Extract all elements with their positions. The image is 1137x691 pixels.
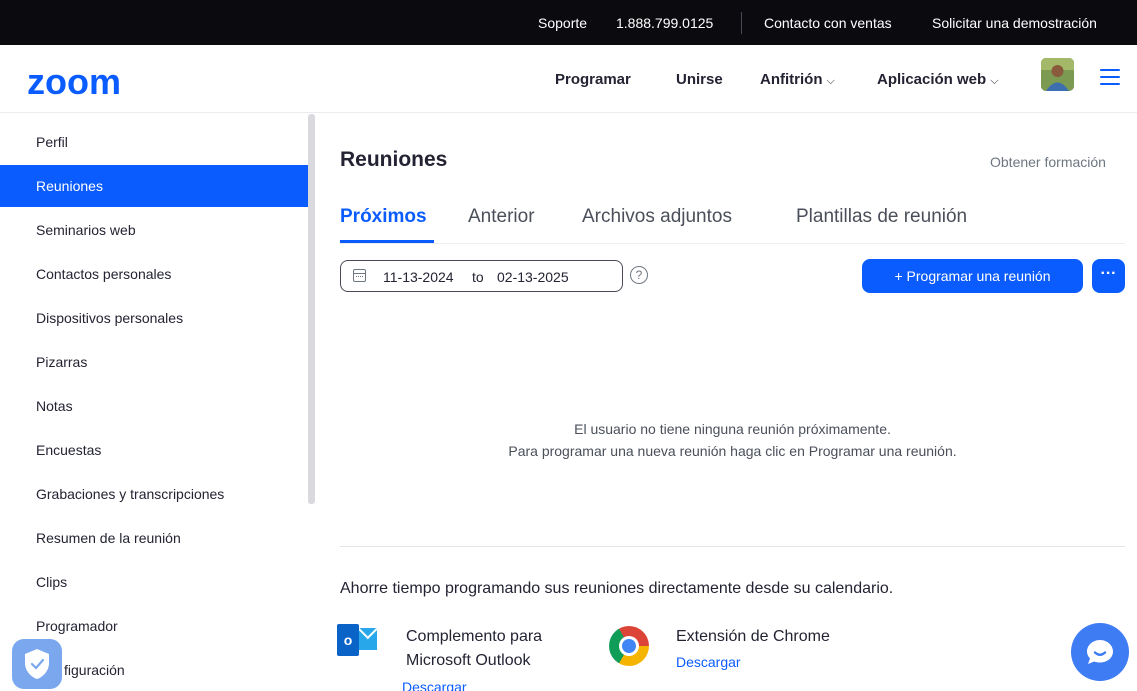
- sidebar-scrollbar[interactable]: [308, 114, 315, 504]
- tab-upcoming[interactable]: Próximos: [340, 206, 427, 228]
- date-range-picker[interactable]: 11-13-2024 to 02-13-2025: [340, 260, 623, 292]
- sidebar-item-notes[interactable]: Notas: [0, 385, 308, 427]
- sidebar-item-whiteboards[interactable]: Pizarras: [0, 341, 308, 383]
- schedule-meeting-button[interactable]: + Programar una reunión: [862, 259, 1083, 293]
- sidebar: Perfil Reuniones Seminarios web Contacto…: [0, 114, 308, 691]
- outlook-download-link[interactable]: Descargar: [402, 679, 467, 691]
- section-divider: [340, 546, 1125, 547]
- sidebar-item-clips[interactable]: Clips: [0, 561, 308, 603]
- chevron-down-icon: ⌵: [826, 75, 835, 87]
- phone-number[interactable]: 1.888.799.0125: [616, 15, 713, 31]
- sidebar-item-personal-devices[interactable]: Dispositivos personales: [0, 297, 308, 339]
- empty-state-line1: El usuario no tiene ninguna reunión próx…: [574, 421, 891, 437]
- sidebar-item-personal-contacts[interactable]: Contactos personales: [0, 253, 308, 295]
- nav-web-app[interactable]: Aplicación web ⌵: [877, 71, 999, 88]
- date-from: 11-13-2024: [383, 269, 454, 285]
- top-utility-bar: Soporte 1.888.799.0125 Contacto con vent…: [0, 0, 1137, 45]
- zoom-logo[interactable]: zoom: [27, 61, 121, 103]
- tab-previous[interactable]: Anterior: [468, 206, 535, 228]
- get-training-link[interactable]: Obtener formación: [990, 154, 1106, 170]
- more-options-button[interactable]: ···: [1092, 259, 1125, 293]
- page-title: Reuniones: [340, 148, 448, 171]
- help-icon[interactable]: ?: [630, 266, 648, 284]
- sidebar-item-polls[interactable]: Encuestas: [0, 429, 308, 471]
- contact-sales-link[interactable]: Contacto con ventas: [764, 15, 892, 31]
- chrome-extension-title: Extensión de Chrome: [676, 628, 830, 645]
- tab-attachments[interactable]: Archivos adjuntos: [582, 206, 732, 228]
- chrome-icon: [609, 626, 649, 666]
- outlook-plugin-title-line2: Microsoft Outlook: [406, 652, 531, 669]
- nav-host[interactable]: Anfitrión ⌵: [760, 71, 835, 88]
- calendar-promo-text: Ahorre tiempo programando sus reuniones …: [340, 580, 894, 597]
- outlook-icon: o: [337, 620, 383, 660]
- request-demo-link[interactable]: Solicitar una demostración: [932, 15, 1097, 31]
- tabs-divider: [340, 243, 1125, 244]
- nav-web-app-label: Aplicación web: [877, 71, 987, 88]
- chrome-download-link[interactable]: Descargar: [676, 654, 741, 670]
- avatar[interactable]: [1041, 58, 1074, 91]
- tab-meeting-templates[interactable]: Plantillas de reunión: [796, 206, 967, 228]
- sidebar-item-recordings[interactable]: Grabaciones y transcripciones: [0, 473, 308, 515]
- calendar-icon: [353, 269, 366, 282]
- shield-icon: [25, 649, 49, 679]
- sidebar-item-webinars[interactable]: Seminarios web: [0, 209, 308, 251]
- nav-schedule[interactable]: Programar: [555, 71, 631, 88]
- empty-state-line2: Para programar una nueva reunión haga cl…: [508, 443, 957, 459]
- chevron-down-icon: ⌵: [990, 75, 999, 87]
- main-header: zoom Programar Unirse Anfitrión ⌵ Aplicac…: [0, 45, 1137, 113]
- privacy-shield-button[interactable]: [12, 639, 62, 689]
- date-to-word: to: [472, 269, 484, 285]
- chat-icon: [1087, 640, 1113, 664]
- hamburger-menu-icon[interactable]: [1100, 69, 1120, 85]
- support-link[interactable]: Soporte: [538, 15, 587, 31]
- sidebar-item-meeting-summary[interactable]: Resumen de la reunión: [0, 517, 308, 559]
- chat-support-button[interactable]: [1071, 623, 1129, 681]
- nav-join[interactable]: Unirse: [676, 71, 723, 88]
- divider: [741, 12, 742, 34]
- outlook-plugin-title-line1: Complemento para: [406, 628, 543, 645]
- active-tab-indicator: [340, 240, 434, 243]
- date-to: 02-13-2025: [497, 269, 569, 285]
- sidebar-item-profile[interactable]: Perfil: [0, 121, 308, 163]
- nav-host-label: Anfitrión: [760, 71, 823, 88]
- sidebar-item-meetings[interactable]: Reuniones: [0, 165, 308, 207]
